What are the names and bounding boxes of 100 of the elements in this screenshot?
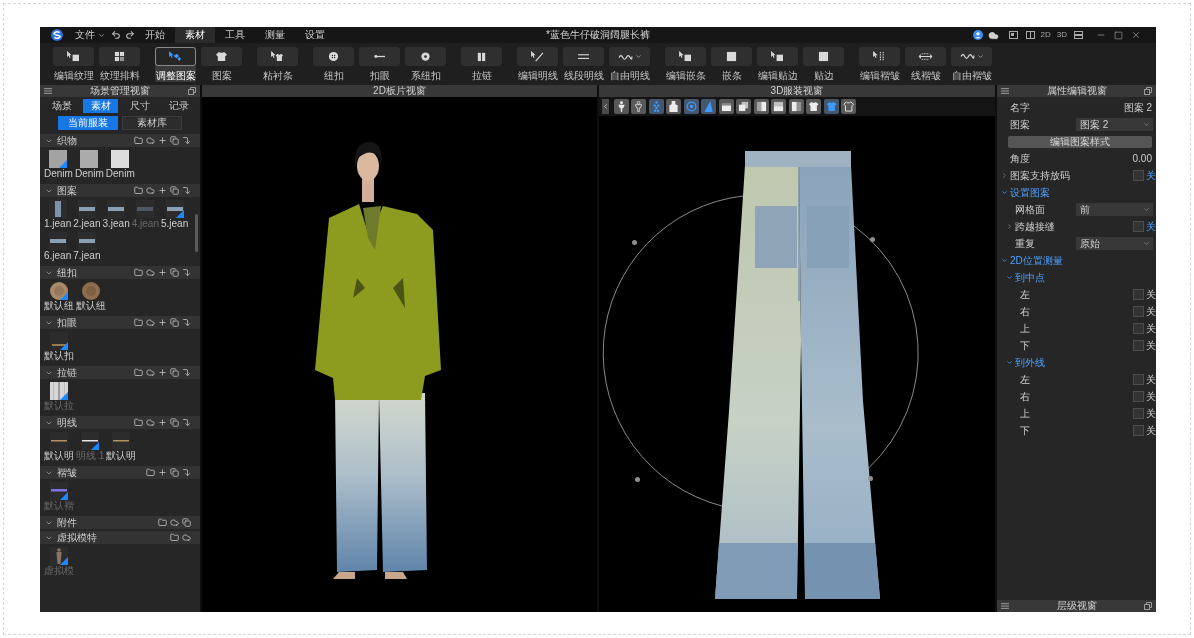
app-logo-icon[interactable] [51, 29, 63, 41]
corner-arrow-icon[interactable] [182, 268, 191, 277]
menu-icon[interactable] [1001, 88, 1009, 94]
redo-icon[interactable] [125, 30, 135, 40]
file-menu[interactable]: 文件 [75, 27, 105, 43]
panel-tab[interactable]: 素材 [83, 99, 118, 113]
user-avatar-icon[interactable] [972, 30, 983, 40]
plus-icon[interactable] [158, 368, 167, 377]
handle-dot-icon[interactable] [868, 476, 873, 481]
handle-dot-icon[interactable] [870, 237, 875, 242]
denim-strip-icon[interactable] [165, 200, 184, 218]
checkbox[interactable] [1133, 289, 1144, 300]
viewport[interactable] [599, 116, 995, 612]
view-tool-button[interactable] [771, 99, 786, 114]
round-button-icon[interactable] [50, 282, 68, 300]
checkbox[interactable] [1133, 408, 1144, 419]
close-icon[interactable] [1131, 30, 1141, 40]
checkbox[interactable] [1133, 323, 1144, 334]
menu-tab[interactable]: 工具 [215, 27, 255, 43]
checkbox[interactable] [1133, 221, 1144, 232]
folder-icon[interactable] [170, 533, 179, 542]
jeans-drawing[interactable] [715, 151, 880, 599]
toolbar-button[interactable]: 调整图案 [155, 47, 196, 82]
copy-icon[interactable] [170, 268, 179, 277]
sub-tab[interactable]: 当前服装 [58, 116, 118, 130]
corner-arrow-icon[interactable] [182, 468, 191, 477]
corner-arrow-icon[interactable] [182, 368, 191, 377]
plus-icon[interactable] [158, 318, 167, 327]
folder-icon[interactable] [134, 318, 143, 327]
restore-window-icon[interactable] [188, 87, 196, 95]
round-button-icon[interactable] [82, 282, 100, 300]
plus-icon[interactable] [158, 268, 167, 277]
denim-strip-icon[interactable] [77, 232, 96, 250]
menu-tab[interactable]: 素材 [175, 27, 215, 43]
handle-dot-icon[interactable] [635, 477, 640, 482]
view-tool-button[interactable] [806, 99, 821, 114]
corner-arrow-icon[interactable] [182, 136, 191, 145]
view-tool-button[interactable] [736, 99, 751, 114]
corner-arrow-icon[interactable] [182, 418, 191, 427]
view-tool-button[interactable] [683, 99, 699, 114]
plus-icon[interactable] [158, 136, 167, 145]
dropdown-field[interactable]: 图案 2 [1076, 118, 1153, 131]
copy-icon[interactable] [170, 368, 179, 377]
checkbox[interactable] [1133, 374, 1144, 385]
dropdown-field[interactable]: 原始 [1076, 237, 1153, 250]
view-tool-button[interactable] [666, 99, 681, 114]
sub-tab[interactable]: 素材库 [122, 116, 182, 130]
view-mode-button[interactable]: 2D [1040, 30, 1051, 40]
view-tool-button[interactable] [823, 99, 839, 114]
ring-arc[interactable] [601, 195, 744, 508]
plus-icon[interactable] [158, 186, 167, 195]
fabric-swatch-icon[interactable] [49, 150, 68, 168]
collapse-button[interactable] [602, 99, 609, 114]
denim-strip-icon[interactable] [107, 200, 126, 218]
scrollbar-thumb[interactable] [195, 214, 198, 252]
checkbox[interactable] [1133, 425, 1144, 436]
view-mode-button[interactable]: 3D [1056, 30, 1067, 40]
copy-icon[interactable] [170, 418, 179, 427]
view-tool-button[interactable] [718, 99, 734, 114]
buttonhole-icon[interactable] [50, 332, 68, 350]
copy-icon[interactable] [170, 136, 179, 145]
restore-window-icon[interactable] [1144, 87, 1152, 95]
copy-icon[interactable] [170, 468, 179, 477]
fabric-swatch-icon[interactable] [80, 150, 99, 168]
columns-icon[interactable] [1025, 31, 1035, 39]
chevron-right-icon[interactable] [1006, 223, 1013, 230]
panel-tab[interactable]: 记录 [161, 99, 196, 113]
checkbox[interactable] [1133, 391, 1144, 402]
menu-tab[interactable]: 测量 [255, 27, 295, 43]
denim-strip-icon[interactable] [48, 200, 67, 218]
layout-icon[interactable] [1008, 31, 1018, 39]
plus-icon[interactable] [158, 468, 167, 477]
folder-icon[interactable] [134, 268, 143, 277]
restore-window-icon[interactable] [1144, 602, 1152, 610]
denim-strip-icon[interactable] [48, 232, 67, 250]
group-header[interactable]: 到中点 [1006, 271, 1045, 284]
folder-icon[interactable] [158, 518, 167, 527]
checkbox[interactable] [1133, 170, 1144, 181]
view-tool-button[interactable] [613, 99, 629, 114]
checkbox[interactable] [1133, 340, 1144, 351]
corner-arrow-icon[interactable] [182, 318, 191, 327]
menu-icon[interactable] [44, 88, 52, 94]
group-header[interactable]: 到外线 [1006, 356, 1045, 369]
corner-arrow-icon[interactable] [182, 186, 191, 195]
fabric-swatch-icon[interactable] [111, 150, 130, 168]
undo-icon[interactable] [111, 30, 121, 40]
view-tool-button[interactable] [753, 99, 769, 114]
view-tool-button[interactable] [841, 99, 856, 114]
menu-tab[interactable]: 设置 [295, 27, 335, 43]
maximize-icon[interactable] [1114, 30, 1123, 40]
dropdown-field[interactable]: 前 [1076, 203, 1153, 216]
group-header[interactable]: 2D位置测量 [1001, 254, 1063, 267]
ring-arc[interactable] [853, 225, 919, 469]
copy-icon[interactable] [170, 318, 179, 327]
view-tool-button[interactable] [788, 99, 804, 114]
view-tool-button[interactable] [648, 99, 664, 114]
panel-tab[interactable]: 场景 [44, 99, 79, 113]
viewport[interactable] [202, 97, 597, 612]
menu-tab[interactable]: 开始 [135, 27, 175, 43]
folder-icon[interactable] [134, 136, 143, 145]
